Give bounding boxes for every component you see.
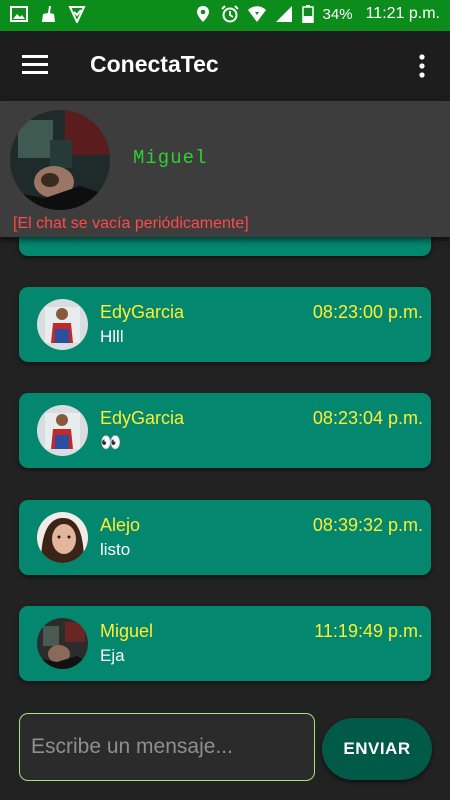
send-button[interactable]: ENVIAR [322, 718, 432, 780]
alarm-icon [220, 5, 239, 23]
message-text: 👀 [100, 433, 122, 452]
message-card[interactable]: Alejo 08:39:32 p.m. listo [19, 500, 431, 575]
message-time: 08:39:32 p.m. [312, 515, 423, 535]
avatar [37, 299, 88, 350]
message-input[interactable] [19, 713, 315, 781]
battery-percent: 34% [322, 5, 353, 23]
app-bar: ConectaTec [0, 31, 450, 101]
cleaner-icon [42, 6, 55, 22]
message-username: Miguel [100, 621, 154, 641]
message-time: 08:23:04 p.m. [312, 408, 423, 428]
menu-icon[interactable] [22, 53, 48, 77]
message-text: listo [100, 540, 131, 559]
chat-clear-notice: [El chat se vacía periódicamente] [13, 215, 249, 232]
message-time: 11:19:49 p.m. [314, 621, 423, 641]
message-username: Alejo [100, 515, 141, 535]
status-bar: 34% 11:21 p.m. [0, 0, 450, 31]
avatar [37, 512, 88, 563]
avatar [37, 405, 88, 456]
message-card[interactable]: EdyGarcia 08:23:00 p.m. Hlll [19, 287, 431, 362]
vpn-check-icon [68, 6, 86, 23]
message-card[interactable]: Miguel 11:19:49 p.m. Eja [19, 606, 431, 681]
message-text: Hlll [100, 327, 124, 346]
profile-avatar[interactable] [10, 110, 110, 210]
battery-icon [301, 5, 314, 23]
wifi-icon [247, 6, 266, 22]
avatar [37, 618, 88, 669]
message-username: EdyGarcia [100, 408, 185, 428]
message-username: EdyGarcia [100, 302, 185, 322]
message-text: Eja [100, 646, 125, 665]
signal-icon [275, 6, 292, 22]
location-icon [196, 6, 209, 22]
profile-header: Miguel [El chat se vacía periódicamente] [0, 101, 450, 237]
image-icon [10, 6, 28, 22]
more-vert-icon[interactable] [414, 53, 430, 79]
profile-name: Miguel [133, 147, 208, 169]
message-time: 08:23:00 p.m. [312, 302, 423, 322]
status-time: 11:21 p.m. [365, 5, 440, 22]
message-card[interactable]: EdyGarcia 08:23:04 p.m. 👀 [19, 393, 431, 468]
app-title: ConectaTec [90, 51, 219, 77]
